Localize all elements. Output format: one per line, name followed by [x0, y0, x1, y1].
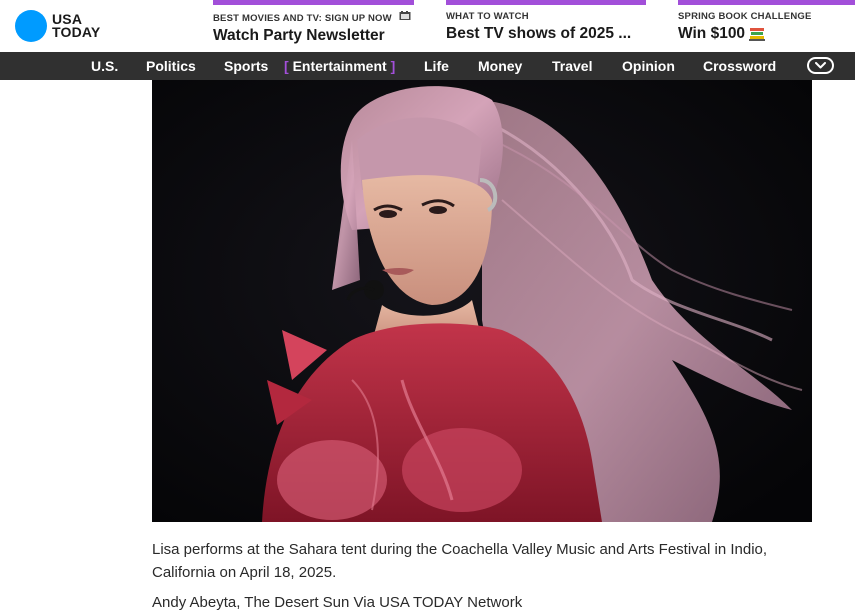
active-bracket-open: [	[284, 58, 289, 74]
nav-item-travel[interactable]: Travel	[552, 52, 592, 80]
site-header: USA TODAY BEST MOVIES AND TV: SIGN UP NO…	[0, 0, 855, 52]
nav-item-money[interactable]: Money	[478, 52, 522, 80]
nav-item-label: Entertainment	[292, 58, 387, 74]
photo-credit: Andy Abeyta, The Desert Sun Via USA TODA…	[152, 594, 523, 611]
promo-kicker: WHAT TO WATCH	[446, 11, 529, 22]
more-sections-button[interactable]	[807, 57, 834, 74]
promo-watch-party[interactable]: BEST MOVIES AND TV: SIGN UP NOW Watch Pa…	[213, 0, 414, 52]
promo-title: Win $100	[678, 25, 746, 42]
article-photo[interactable]	[152, 80, 812, 522]
main-nav: U.S. Politics Sports [ Entertainment ] L…	[0, 52, 855, 80]
nav-item-crossword[interactable]: Crossword	[703, 52, 776, 80]
books-icon	[749, 28, 766, 41]
promo-kicker: SPRING BOOK CHALLENGE	[678, 11, 812, 22]
nav-item-life[interactable]: Life	[424, 52, 449, 80]
promo-best-tv[interactable]: WHAT TO WATCH Best TV shows of 2025 ...	[446, 0, 646, 52]
promo-kicker: BEST MOVIES AND TV: SIGN UP NOW	[213, 13, 392, 24]
performer-photo-illustration	[152, 80, 812, 522]
promo-title: Best TV shows of 2025 ...	[446, 25, 632, 42]
active-bracket-close: ]	[390, 58, 396, 74]
film-icon	[399, 11, 411, 20]
nav-item-us[interactable]: U.S.	[91, 52, 118, 80]
usa-today-logo[interactable]: USA TODAY	[15, 10, 100, 42]
nav-item-opinion[interactable]: Opinion	[622, 52, 675, 80]
logo-wordmark: USA TODAY	[52, 11, 101, 40]
promo-title: Watch Party Newsletter	[213, 27, 385, 44]
nav-item-entertainment[interactable]: [ Entertainment ]	[284, 52, 395, 80]
nav-item-sports[interactable]: Sports	[224, 52, 268, 80]
logo-circle-icon	[15, 10, 47, 42]
chevron-down-icon	[815, 62, 826, 69]
promo-book-challenge[interactable]: SPRING BOOK CHALLENGE Win $100	[678, 0, 855, 52]
photo-caption: Lisa performs at the Sahara tent during …	[152, 541, 768, 581]
nav-item-politics[interactable]: Politics	[146, 52, 196, 80]
